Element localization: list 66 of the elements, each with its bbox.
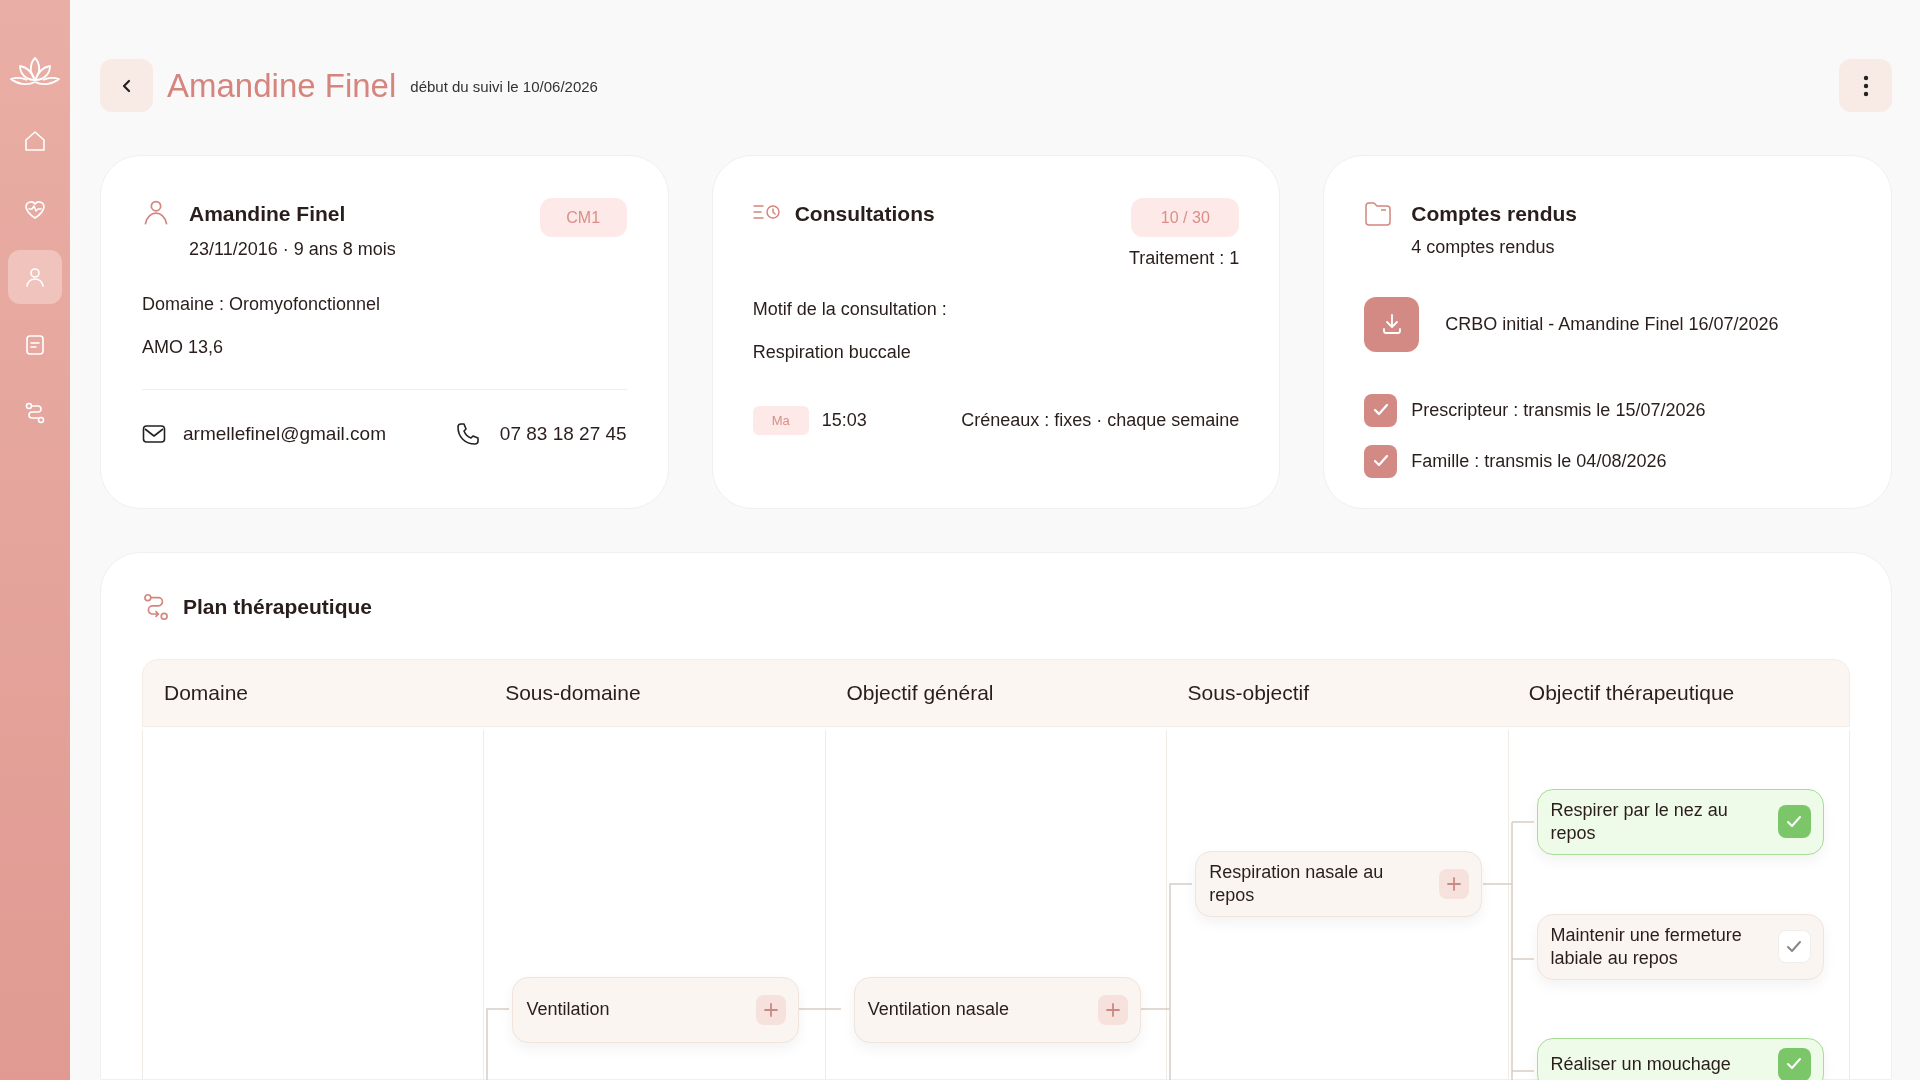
transmission-status: Famille : transmis le 04/08/2026: [1411, 449, 1667, 473]
reports-title: Comptes rendus: [1411, 201, 1578, 227]
phone-icon: [455, 421, 480, 446]
consultations-title: Consultations: [794, 201, 935, 227]
folder-icon: [1364, 201, 1393, 227]
more-vertical-icon: [1862, 74, 1869, 97]
email-text: armellefinel@gmail.com: [183, 421, 387, 446]
plus-icon: [1446, 875, 1463, 892]
amo-text: AMO 13,6: [142, 335, 225, 359]
reports-count: 4 comptes rendus: [1411, 235, 1556, 259]
plan-node[interactable]: Ventilation: [512, 976, 800, 1043]
plus-icon: [1104, 1001, 1121, 1018]
session-time: 15:03: [821, 409, 867, 432]
objective-node[interactable]: Réaliser un mouchage: [1536, 1037, 1824, 1080]
sidebar-nav-button[interactable]: [8, 250, 62, 304]
objective-node[interactable]: Maintenir une fermeture labiale au repos: [1536, 913, 1824, 980]
node-label: Respiration nasale au repos: [1209, 860, 1385, 907]
user-icon: [23, 265, 47, 289]
objective-checkbox[interactable]: [1777, 805, 1811, 838]
slots-text: Créneaux : fixes · chaque semaine: [961, 409, 1240, 432]
phone-number: 07 83 18 27 45: [499, 421, 627, 446]
objective-label: Réaliser un mouchage: [1550, 1052, 1732, 1076]
plan-title: Plan thérapeutique: [183, 594, 373, 620]
domain-text: Domaine : Oromyofonctionnel: [142, 292, 382, 316]
column-header: Domaine: [163, 679, 250, 706]
column-header: Objectif général: [845, 679, 995, 706]
column-header: Sous-objectif: [1186, 679, 1310, 706]
consultation-reason-label: Motif de la consultation :: [752, 298, 948, 321]
more-options-button[interactable]: [1839, 59, 1892, 112]
follow-up-start-date: début du suivi le 10/06/2026: [410, 77, 598, 98]
class-badge: CM1: [539, 198, 627, 237]
plus-icon: [763, 1001, 780, 1018]
patient-name: Amandine Finel: [189, 201, 347, 227]
objective-checkbox[interactable]: [1777, 930, 1811, 963]
objective-checkbox[interactable]: [1777, 1047, 1811, 1080]
session-count-badge: 10 / 30: [1131, 198, 1240, 237]
mail-icon: [142, 423, 166, 444]
node-label: Ventilation: [526, 998, 611, 1021]
add-button[interactable]: [1439, 868, 1470, 899]
document-icon: [23, 333, 47, 357]
objective-label: Respirer par le nez au repos: [1550, 798, 1729, 845]
add-button[interactable]: [756, 994, 787, 1025]
treatment-count: Traitement : 1: [1128, 247, 1240, 270]
day-badge: Ma: [752, 406, 809, 435]
transmitted-checkbox[interactable]: [1364, 393, 1398, 427]
transmission-status: Prescripteur : transmis le 15/07/2026: [1411, 398, 1706, 422]
user-icon: [142, 198, 170, 226]
objective-node[interactable]: Respirer par le nez au repos: [1536, 788, 1824, 855]
route-icon: [142, 592, 170, 621]
plan-node[interactable]: Respiration nasale au repos: [1195, 850, 1483, 917]
back-button[interactable]: [100, 59, 153, 112]
objective-label: Maintenir une fermeture labiale au repos: [1550, 923, 1743, 970]
consultation-reason: Respiration buccale: [752, 341, 912, 364]
birth-date-age: 23/11/2016 · 9 ans 8 mois: [189, 237, 396, 261]
column-header: Objectif thérapeutique: [1527, 679, 1736, 706]
column-header: Sous-domaine: [504, 679, 642, 706]
page-title: Amandine Finel: [167, 65, 397, 106]
node-label: Ventilation nasale: [867, 998, 1010, 1021]
transmitted-checkbox[interactable]: [1364, 444, 1398, 478]
report-document-link[interactable]: CRBO initial - Amandine Finel 16/07/2026: [1445, 310, 1779, 338]
home-icon: [23, 129, 47, 153]
route-icon: [23, 401, 47, 425]
list-clock-icon: [752, 204, 781, 220]
add-button[interactable]: [1097, 994, 1128, 1025]
download-button[interactable]: [1364, 296, 1420, 352]
plan-node[interactable]: Ventilation nasale: [853, 976, 1141, 1043]
